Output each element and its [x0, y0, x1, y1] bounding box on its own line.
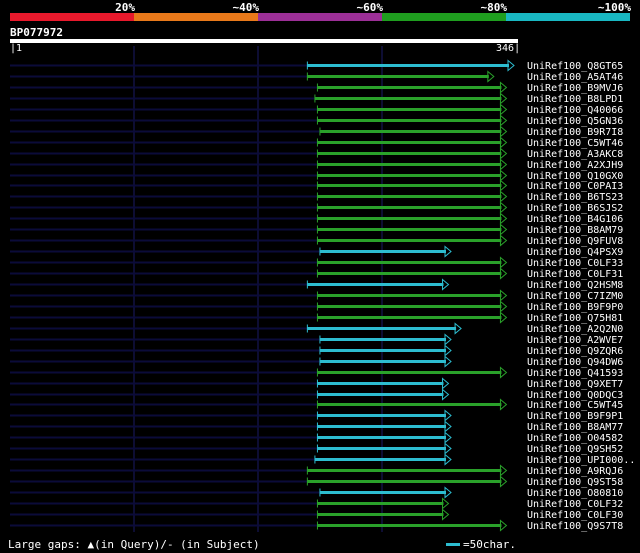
hit-name-link[interactable]: UniRef100_Q41593	[527, 368, 623, 379]
hit-name-link[interactable]: UniRef100_C7IZM0	[527, 291, 623, 302]
hit-row[interactable]: UniRef100_A2Q2N0	[10, 322, 623, 336]
hit-alignments: UniRef100_Q8GT65UniRef100_A5AT46UniRef10…	[10, 46, 635, 533]
hit-row[interactable]: UniRef100_B8LPD1	[10, 92, 623, 106]
hit-name-link[interactable]: UniRef100_C0LF30	[527, 510, 623, 521]
hit-row[interactable]: UniRef100_A2WVE7	[10, 333, 623, 347]
hit-row[interactable]: UniRef100_A5AT46	[10, 70, 623, 84]
hit-row[interactable]: UniRef100_C0LF33	[10, 256, 623, 270]
hit-name-link[interactable]: UniRef100_B4G106	[527, 214, 623, 225]
hit-row[interactable]: UniRef100_C5WT46	[10, 136, 623, 150]
hit-row[interactable]: UniRef100_Q9S7T8	[10, 519, 623, 533]
hit-row[interactable]: UniRef100_C0LF31	[10, 267, 623, 281]
hit-row[interactable]: UniRef100_Q40066	[10, 103, 623, 117]
hit-row[interactable]: UniRef100_B6TS23	[10, 190, 623, 204]
hit-name-link[interactable]: UniRef100_Q5GN36	[527, 116, 623, 127]
hit-name-link[interactable]: UniRef100_Q4PSX9	[527, 247, 623, 258]
hit-row[interactable]: UniRef100_Q94DW6	[10, 355, 623, 369]
hit-name-link[interactable]: UniRef100_A2WVE7	[527, 335, 623, 346]
hit-name-link[interactable]: UniRef100_A9RQJ6	[527, 466, 623, 477]
hit-row[interactable]: UniRef100_Q4PSX9	[10, 245, 623, 259]
hit-row[interactable]: UniRef100_Q41593	[10, 366, 623, 380]
hit-row[interactable]: UniRef100_Q9SH52	[10, 442, 623, 456]
hit-name-link[interactable]: UniRef100_C5WT45	[527, 400, 623, 411]
hit-row[interactable]: UniRef100_B9F9P1	[10, 409, 623, 423]
scale-swatch	[446, 543, 460, 546]
hit-row[interactable]: UniRef100_B9F9P0	[10, 300, 623, 314]
hit-name-link[interactable]: UniRef100_Q9XET7	[527, 379, 623, 390]
hit-name-link[interactable]: UniRef100_B9F9P0	[527, 302, 623, 313]
hit-row[interactable]: UniRef100_Q8GT65	[10, 59, 623, 73]
hit-name-link[interactable]: UniRef100_A3AKC8	[527, 149, 623, 160]
hit-name-link[interactable]: UniRef100_C0LF31	[527, 269, 623, 280]
hit-name-link[interactable]: UniRef100_Q75H81	[527, 313, 623, 324]
hit-name-link[interactable]: UniRef100_A2XJH9	[527, 160, 623, 171]
hit-row[interactable]: UniRef100_Q2HSM8	[10, 278, 623, 292]
hit-row[interactable]: UniRef100_B8AM77	[10, 420, 623, 434]
hit-row[interactable]: UniRef100_Q75H81	[10, 311, 623, 325]
hit-row[interactable]: UniRef100_B6SJS2	[10, 201, 623, 215]
hit-name-link[interactable]: UniRef100_Q2HSM8	[527, 280, 623, 291]
hit-row[interactable]: UniRef100_A9RQJ6	[10, 464, 623, 478]
hit-name-link[interactable]: UniRef100_B8AM77	[527, 422, 623, 433]
hit-row[interactable]: UniRef100_A2XJH9	[10, 158, 623, 172]
hit-row[interactable]: UniRef100_Q9FUV8	[10, 234, 623, 248]
hit-name-link[interactable]: UniRef100_B8AM79	[527, 225, 623, 236]
hit-name-link[interactable]: UniRef100_B9R7I8	[527, 127, 623, 138]
hit-row[interactable]: UniRef100_Q9ST58	[10, 475, 623, 489]
hit-row[interactable]: UniRef100_C0PAI3	[10, 179, 623, 193]
hit-name-link[interactable]: UniRef100_B8LPD1	[527, 94, 623, 105]
hit-name-link[interactable]: UniRef100_C0PAI3	[527, 181, 623, 192]
hit-name-link[interactable]: UniRef100_Q9S7T8	[527, 521, 623, 532]
hit-name-link[interactable]: UniRef100_C5WT46	[527, 138, 623, 149]
scale-label: =50char.	[463, 538, 516, 551]
hit-row[interactable]: UniRef100_B9MVJ6	[10, 81, 623, 95]
hit-name-link[interactable]: UniRef100_Q9ST58	[527, 477, 623, 488]
hit-row[interactable]: UniRef100_Q9XET7	[10, 377, 623, 391]
hit-name-link[interactable]: UniRef100_Q94DW6	[527, 357, 623, 368]
hit-name-link[interactable]: UniRef100_A2Q2N0	[527, 324, 623, 335]
hit-row[interactable]: UniRef100_C0LF30	[10, 508, 623, 522]
hit-row[interactable]: UniRef100_B4G106	[10, 212, 623, 226]
hit-name-link[interactable]: UniRef100_C0LF33	[527, 258, 623, 269]
hit-name-link[interactable]: UniRef100_O04582	[527, 433, 623, 444]
hit-row[interactable]: UniRef100_O04582	[10, 431, 623, 445]
hit-name-link[interactable]: UniRef100_Q9FUV8	[527, 236, 623, 247]
footer-gaps-note: Large gaps: ▲(in Query)/- (in Subject)	[8, 538, 260, 551]
hit-name-link[interactable]: UniRef100_B9F9P1	[527, 411, 623, 422]
hit-name-link[interactable]: UniRef100_O80810	[527, 488, 623, 499]
hit-row[interactable]: UniRef100_A3AKC8	[10, 147, 623, 161]
hit-row[interactable]: UniRef100_B9R7I8	[10, 125, 623, 139]
hit-name-link[interactable]: UniRef100_B9MVJ6	[527, 83, 623, 94]
hit-name-link[interactable]: UniRef100_Q9ZQR6	[527, 346, 623, 357]
hit-row[interactable]: UniRef100_C5WT45	[10, 398, 623, 412]
hit-name-link[interactable]: UniRef100_A5AT46	[527, 72, 623, 83]
hit-name-link[interactable]: UniRef100_Q40066	[527, 105, 623, 116]
hit-row[interactable]: UniRef100_O80810	[10, 486, 623, 500]
hit-name-link[interactable]: UniRef100_C0LF32	[527, 499, 623, 510]
hit-name-link[interactable]: UniRef100_UPI000..	[527, 455, 635, 466]
hit-row[interactable]: UniRef100_Q9ZQR6	[10, 344, 623, 358]
hit-name-link[interactable]: UniRef100_B6TS23	[527, 192, 623, 203]
hit-name-link[interactable]: UniRef100_B6SJS2	[527, 203, 623, 214]
hit-row[interactable]: UniRef100_C7IZM0	[10, 289, 623, 303]
hit-row[interactable]: UniRef100_Q5GN36	[10, 114, 623, 128]
hit-row[interactable]: UniRef100_B8AM79	[10, 223, 623, 237]
hit-name-link[interactable]: UniRef100_Q8GT65	[527, 61, 623, 72]
hit-row[interactable]: UniRef100_C0LF32	[10, 497, 623, 511]
hit-row[interactable]: UniRef100_UPI000..	[10, 453, 635, 467]
hit-name-link[interactable]: UniRef100_Q9SH52	[527, 444, 623, 455]
